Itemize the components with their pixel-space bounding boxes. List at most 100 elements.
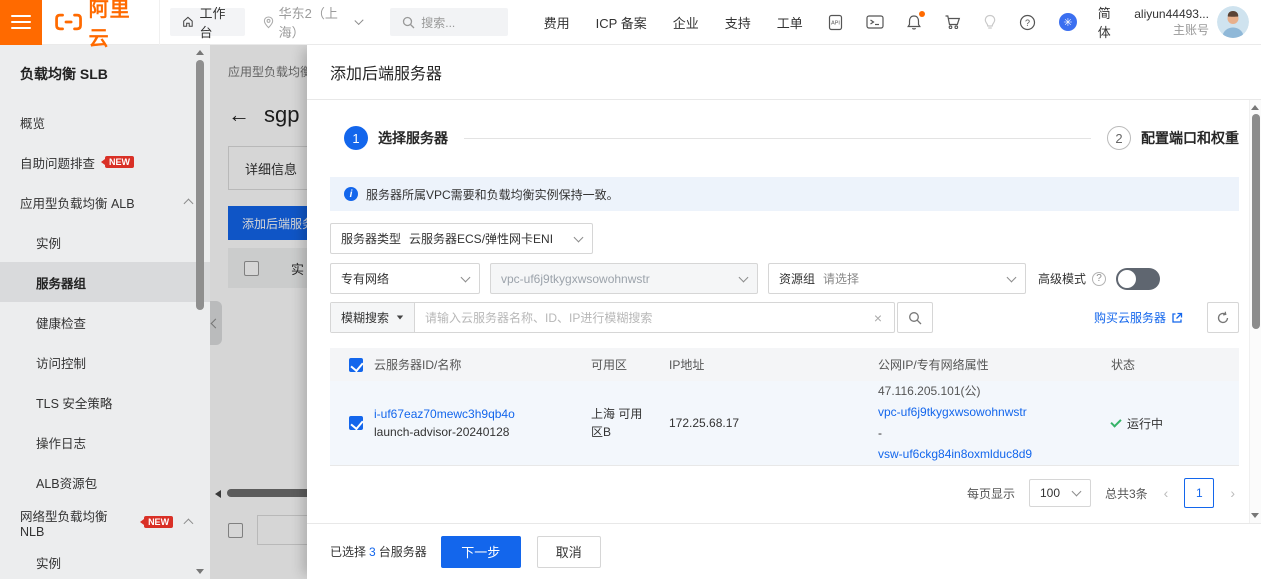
language-switch[interactable]: 简体 bbox=[1098, 3, 1121, 41]
sidebar-group-nlb[interactable]: 网络型负载均衡 NLB NEW bbox=[0, 502, 210, 542]
next-page-arrow[interactable]: › bbox=[1228, 485, 1237, 501]
sidebar-item-operation-log[interactable]: 操作日志 bbox=[0, 422, 210, 462]
sidebar-item-tls-policy[interactable]: TLS 安全策略 bbox=[0, 382, 210, 422]
drawer-footer: 已选择 3 台服务器 下一步 取消 bbox=[307, 523, 1261, 579]
prev-page-arrow[interactable]: ‹ bbox=[1162, 485, 1171, 501]
drawer-mask[interactable] bbox=[210, 45, 307, 579]
chevron-down-icon bbox=[461, 272, 471, 282]
table-header-row: 云服务器ID/名称 可用区 IP地址 公网IP/专有网络属性 状态 bbox=[330, 348, 1239, 381]
instance-id-link[interactable]: i-uf67eaz70mewc3h9qb4o bbox=[374, 407, 591, 421]
scrollbar-thumb[interactable] bbox=[196, 60, 204, 310]
account-name: aliyun44493... bbox=[1134, 6, 1209, 22]
sidebar-item-alb-resource-pack[interactable]: ALB资源包 bbox=[0, 462, 210, 502]
external-link-icon bbox=[1171, 312, 1183, 324]
sidebar-item-label: 实例 bbox=[36, 553, 61, 572]
header-icon-row: API ? ✳ bbox=[827, 12, 1078, 32]
sidebar-group-alb[interactable]: 应用型负载均衡 ALB bbox=[0, 182, 210, 222]
sidebar-item-overview[interactable]: 概览 bbox=[0, 102, 210, 142]
network-type-select[interactable]: 专有网络 bbox=[330, 263, 480, 294]
sidebar-item-label: 网络型负载均衡 NLB bbox=[20, 506, 134, 539]
server-type-select[interactable]: 服务器类型 云服务器ECS/弹性网卡ENI bbox=[330, 223, 593, 254]
refresh-button[interactable] bbox=[1207, 302, 1239, 333]
chevron-down-icon bbox=[1007, 272, 1017, 282]
selected-suffix: 台服务器 bbox=[379, 543, 427, 560]
home-icon bbox=[182, 15, 194, 29]
next-step-button[interactable]: 下一步 bbox=[441, 536, 521, 568]
nav-support[interactable]: 支持 bbox=[725, 13, 751, 32]
api-icon[interactable]: API bbox=[827, 14, 844, 31]
sidebar-item-label: TLS 安全策略 bbox=[36, 393, 112, 412]
sidebar-item-access-control[interactable]: 访问控制 bbox=[0, 342, 210, 382]
svg-text:✳: ✳ bbox=[1063, 16, 1072, 29]
hamburger-menu-icon[interactable] bbox=[0, 0, 42, 45]
chevron-down-icon bbox=[739, 272, 749, 282]
chevron-down-icon bbox=[574, 232, 584, 242]
col-header-public-ip: 公网IP/专有网络属性 bbox=[878, 356, 1111, 373]
sidebar-item-label: 健康检查 bbox=[36, 313, 86, 332]
buy-ecs-link[interactable]: 购买云服务器 bbox=[1094, 309, 1183, 326]
row-checkbox[interactable] bbox=[349, 416, 363, 430]
sidebar-item-label: 访问控制 bbox=[36, 353, 86, 372]
nav-ticket[interactable]: 工单 bbox=[777, 13, 803, 32]
sidebar-item-label: 概览 bbox=[20, 113, 45, 132]
alibaba-cloud-logo[interactable]: 阿里云 bbox=[42, 0, 160, 45]
scrollbar-thumb[interactable] bbox=[1252, 114, 1260, 329]
vpc-link[interactable]: vpc-uf6j9tkygxwsowohnwstr bbox=[878, 402, 1111, 423]
scroll-down-arrow[interactable] bbox=[1251, 513, 1259, 518]
fuzzy-search-dropdown[interactable]: 模糊搜索 bbox=[331, 303, 415, 332]
global-search-input[interactable]: 搜索... bbox=[390, 8, 507, 36]
sidebar-item-server-groups[interactable]: 服务器组 bbox=[0, 262, 210, 302]
drawer-scrollbar[interactable] bbox=[1249, 100, 1261, 523]
lightbulb-icon[interactable] bbox=[983, 14, 997, 31]
table-row: i-uf67eaz70mewc3h9qb4o launch-advisor-20… bbox=[330, 381, 1239, 466]
advanced-mode-toggle[interactable] bbox=[1116, 268, 1160, 290]
nav-enterprise[interactable]: 企业 bbox=[673, 13, 699, 32]
current-page-button[interactable]: 1 bbox=[1184, 478, 1214, 508]
status-check-icon bbox=[1110, 416, 1121, 427]
assistant-star-icon[interactable]: ✳ bbox=[1058, 12, 1078, 32]
cancel-button[interactable]: 取消 bbox=[537, 536, 601, 568]
avatar[interactable] bbox=[1217, 6, 1249, 38]
sidebar-scrollbar[interactable] bbox=[195, 48, 205, 576]
server-type-label: 服务器类型 bbox=[341, 230, 401, 247]
chevron-down-icon bbox=[1072, 487, 1082, 497]
sidebar-item-alb-instances[interactable]: 实例 bbox=[0, 222, 210, 262]
top-header: 阿里云 工作台 华东2（上海） 搜索... 费用 ICP 备案 企业 支持 工单… bbox=[0, 0, 1261, 45]
scroll-up-arrow[interactable] bbox=[1251, 105, 1259, 110]
sidebar-item-nlb-instances[interactable]: 实例 bbox=[0, 542, 210, 579]
region-selector[interactable]: 华东2（上海） bbox=[263, 3, 363, 41]
nav-billing[interactable]: 费用 bbox=[544, 13, 570, 32]
sidebar-item-health-check[interactable]: 健康检查 bbox=[0, 302, 210, 342]
nav-icp[interactable]: ICP 备案 bbox=[596, 13, 647, 32]
zone-cell: 上海 可用区B bbox=[591, 405, 649, 441]
refresh-icon bbox=[1216, 311, 1230, 325]
workbench-button[interactable]: 工作台 bbox=[170, 8, 245, 36]
server-search-input[interactable] bbox=[415, 311, 862, 325]
server-type-value: 云服务器ECS/弹性网卡ENI bbox=[409, 230, 553, 247]
selected-prefix: 已选择 bbox=[330, 543, 366, 560]
account-info[interactable]: aliyun44493... 主账号 bbox=[1134, 6, 1209, 38]
cloudshell-terminal-icon[interactable] bbox=[866, 14, 884, 30]
search-button[interactable] bbox=[897, 302, 933, 333]
resource-group-select[interactable]: 资源组 请选择 bbox=[768, 263, 1026, 294]
notification-bell-icon[interactable] bbox=[906, 14, 922, 31]
cart-icon[interactable] bbox=[944, 14, 961, 30]
col-header-id: 云服务器ID/名称 bbox=[374, 356, 591, 373]
public-ip: 47.116.205.101(公) bbox=[878, 381, 1111, 402]
vswitch-link[interactable]: vsw-uf6ckg84in8oxmlduc8d9 bbox=[878, 444, 1111, 465]
sidebar-item-label: 实例 bbox=[36, 233, 61, 252]
help-question-icon[interactable]: ? bbox=[1019, 14, 1036, 31]
scroll-up-arrow[interactable] bbox=[196, 50, 204, 55]
per-page-select[interactable]: 100 bbox=[1029, 479, 1091, 507]
top-nav: 费用 ICP 备案 企业 支持 工单 bbox=[544, 13, 803, 32]
sidebar-item-self-diagnosis[interactable]: 自助问题排查 NEW bbox=[0, 142, 210, 182]
help-question-icon[interactable]: ? bbox=[1092, 272, 1106, 286]
sidebar: 负载均衡 SLB 概览 自助问题排查 NEW 应用型负载均衡 ALB 实例 服务… bbox=[0, 45, 210, 579]
per-page-label: 每页显示 bbox=[967, 485, 1015, 502]
selected-count: 3 bbox=[369, 545, 376, 559]
search-icon bbox=[908, 311, 922, 325]
scroll-down-arrow[interactable] bbox=[196, 569, 204, 574]
region-label: 华东2（上海） bbox=[279, 3, 351, 41]
clear-icon[interactable]: × bbox=[862, 310, 894, 326]
select-all-checkbox[interactable] bbox=[349, 358, 363, 372]
